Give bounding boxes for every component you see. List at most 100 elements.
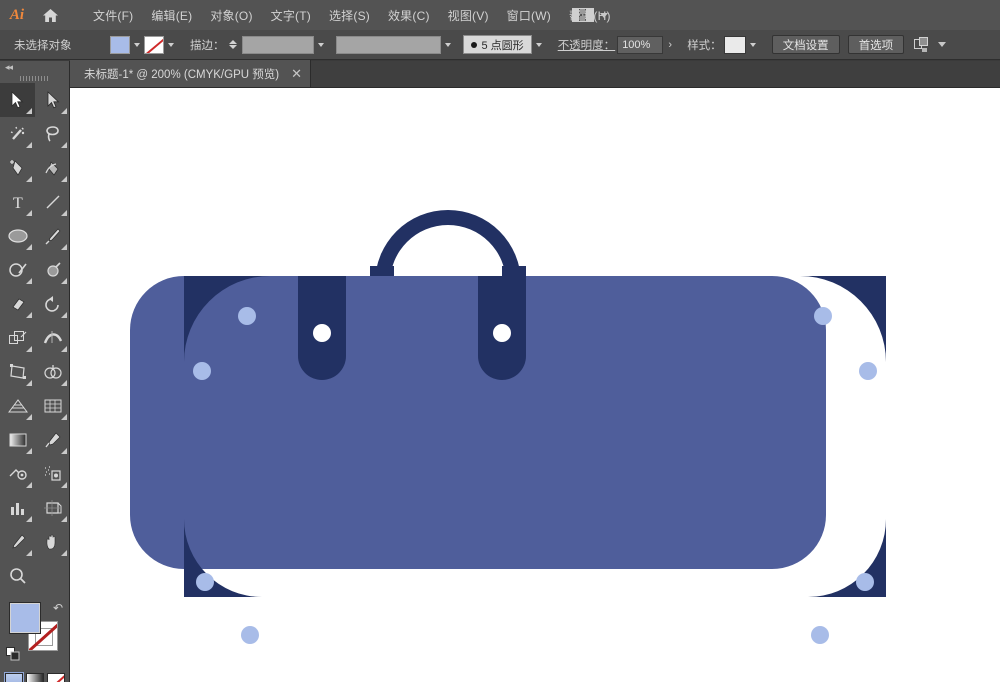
line-segment-tool[interactable]: [35, 185, 70, 219]
doc-arrange-chevron-icon[interactable]: [938, 42, 947, 47]
scale-tool[interactable]: [0, 321, 35, 355]
ellipse-tool[interactable]: [0, 219, 35, 253]
menu-item-file[interactable]: 文件(F): [84, 3, 142, 28]
tool-grid: T: [0, 83, 69, 593]
fill-color-swatch[interactable]: [110, 35, 130, 54]
symbol-sprayer-tool[interactable]: [35, 457, 70, 491]
document-tab-bar: 未标题-1* @ 200% (CMYK/GPU 预览) ✕: [70, 60, 1000, 88]
brush-definition-field[interactable]: 5 点圆形: [462, 35, 532, 54]
width-tool[interactable]: [35, 321, 70, 355]
selection-status-label: 未选择对象: [14, 39, 72, 52]
rotate-tool[interactable]: [35, 287, 70, 321]
stroke-weight-dropdown-icon[interactable]: [313, 35, 328, 54]
app-logo-icon: Ai: [9, 6, 25, 23]
opacity-input[interactable]: 100%: [617, 35, 664, 54]
stroke-swatch-dropdown-icon[interactable]: [164, 35, 178, 54]
document-arrange-icon[interactable]: [914, 36, 932, 53]
rivet-top-left-1: [238, 307, 256, 325]
rivet-top-left-2: [193, 362, 211, 380]
brush-stroke-preview-icon: [470, 41, 477, 48]
curvature-tool[interactable]: [35, 151, 70, 185]
home-icon[interactable]: [34, 0, 66, 30]
menu-item-select[interactable]: 选择(S): [320, 3, 379, 28]
magic-wand-tool[interactable]: [0, 117, 35, 151]
type-tool[interactable]: T: [0, 185, 35, 219]
rivet-top-right-2: [859, 362, 877, 380]
pen-tool[interactable]: [0, 151, 35, 185]
color-mode-buttons: [0, 672, 69, 682]
menu-item-type[interactable]: 文字(T): [262, 3, 320, 28]
blob-brush-tool[interactable]: [35, 253, 70, 287]
direct-selection-tool[interactable]: [35, 83, 70, 117]
menu-item-edit[interactable]: 编辑(E): [142, 3, 201, 28]
lasso-tool[interactable]: [35, 117, 70, 151]
illustrator-window: Ai 文件(F) 编辑(E) 对象(O) 文字(T) 选择(S) 效果(C) 视…: [0, 0, 1000, 682]
blend-tool[interactable]: [0, 457, 35, 491]
close-icon[interactable]: ✕: [291, 67, 302, 80]
menu-bar-right-controls: [572, 0, 608, 30]
rivet-bottom-left-2: [241, 626, 259, 644]
free-transform-tool[interactable]: [0, 355, 35, 389]
canvas-area[interactable]: [70, 88, 1000, 682]
menu-item-window[interactable]: 窗口(W): [498, 3, 560, 28]
fill-swatch-large[interactable]: [9, 602, 41, 634]
stroke-weight-stepper[interactable]: [228, 36, 239, 54]
eyedropper-tool[interactable]: [35, 423, 70, 457]
artboard-tool[interactable]: [35, 491, 70, 525]
shaper-tool[interactable]: [0, 253, 35, 287]
suitcase-handle: [375, 210, 521, 283]
stroke-weight-label: 描边：: [190, 39, 225, 52]
fill-stroke-controls: ↶: [0, 599, 69, 671]
paintbrush-tool[interactable]: [35, 219, 70, 253]
eraser-tool[interactable]: [0, 287, 35, 321]
strap-hole-right: [493, 324, 511, 342]
tool-panel: ◂◂ T ↶: [0, 61, 70, 682]
stroke-profile-dropdown-icon[interactable]: [440, 35, 455, 54]
strap-hole-left: [313, 324, 331, 342]
gradient-mode-button[interactable]: [25, 673, 44, 682]
menu-bar: Ai 文件(F) 编辑(E) 对象(O) 文字(T) 选择(S) 效果(C) 视…: [0, 0, 1000, 30]
brush-definition-dropdown-icon[interactable]: [531, 35, 546, 54]
hand-tool[interactable]: [35, 525, 70, 559]
shape-builder-tool[interactable]: [35, 355, 70, 389]
panel-drag-handle[interactable]: [0, 73, 69, 83]
menu-items: 文件(F) 编辑(E) 对象(O) 文字(T) 选择(S) 效果(C) 视图(V…: [84, 3, 620, 28]
suitcase-illustration[interactable]: [70, 88, 1000, 682]
perspective-grid-tool[interactable]: [0, 389, 35, 423]
opacity-label[interactable]: 不透明度：: [558, 37, 616, 53]
document-setup-button[interactable]: 文档设置: [771, 35, 840, 54]
gradient-tool[interactable]: [0, 423, 35, 457]
stroke-profile-input[interactable]: [335, 35, 441, 54]
mesh-tool[interactable]: [35, 389, 70, 423]
control-bar: 未选择对象 描边： 5 点圆形 不透明度： 100% › 样式： 文档设置 首选…: [0, 30, 1000, 60]
preferences-button[interactable]: 首选项: [847, 35, 905, 54]
rivet-bottom-right-2: [811, 626, 829, 644]
arrange-documents-icon[interactable]: [572, 8, 594, 22]
none-mode-button[interactable]: [46, 673, 65, 682]
fill-swatch-dropdown-icon[interactable]: [130, 35, 144, 54]
stroke-color-swatch[interactable]: [144, 35, 164, 54]
chevron-down-icon[interactable]: [600, 12, 608, 18]
stroke-weight-input[interactable]: [241, 35, 314, 54]
color-mode-button[interactable]: [3, 672, 24, 682]
rivet-bottom-right-1: [856, 573, 874, 591]
document-tab-title: 未标题-1* @ 200% (CMYK/GPU 预览): [84, 68, 280, 81]
slice-tool[interactable]: [0, 525, 35, 559]
svg-text:T: T: [13, 195, 23, 211]
column-graph-tool[interactable]: [0, 491, 35, 525]
brush-definition-label: 5 点圆形: [481, 39, 524, 52]
swap-fill-stroke-icon[interactable]: ↶: [53, 601, 63, 615]
document-tab[interactable]: 未标题-1* @ 200% (CMYK/GPU 预览) ✕: [70, 60, 311, 87]
opacity-options-icon[interactable]: ›: [663, 36, 677, 54]
collapse-panel-icon[interactable]: ◂◂: [0, 61, 69, 73]
selection-tool[interactable]: [0, 83, 35, 117]
default-fill-stroke-icon[interactable]: [6, 647, 20, 666]
menu-item-view[interactable]: 视图(V): [439, 3, 498, 28]
graphic-style-dropdown-icon[interactable]: [745, 35, 760, 54]
rivet-bottom-left-1: [196, 573, 214, 591]
menu-item-effect[interactable]: 效果(C): [379, 3, 439, 28]
menu-item-object[interactable]: 对象(O): [201, 3, 261, 28]
graphic-style-swatch[interactable]: [723, 35, 746, 54]
zoom-tool[interactable]: [0, 559, 35, 593]
rivet-top-right-1: [814, 307, 832, 325]
